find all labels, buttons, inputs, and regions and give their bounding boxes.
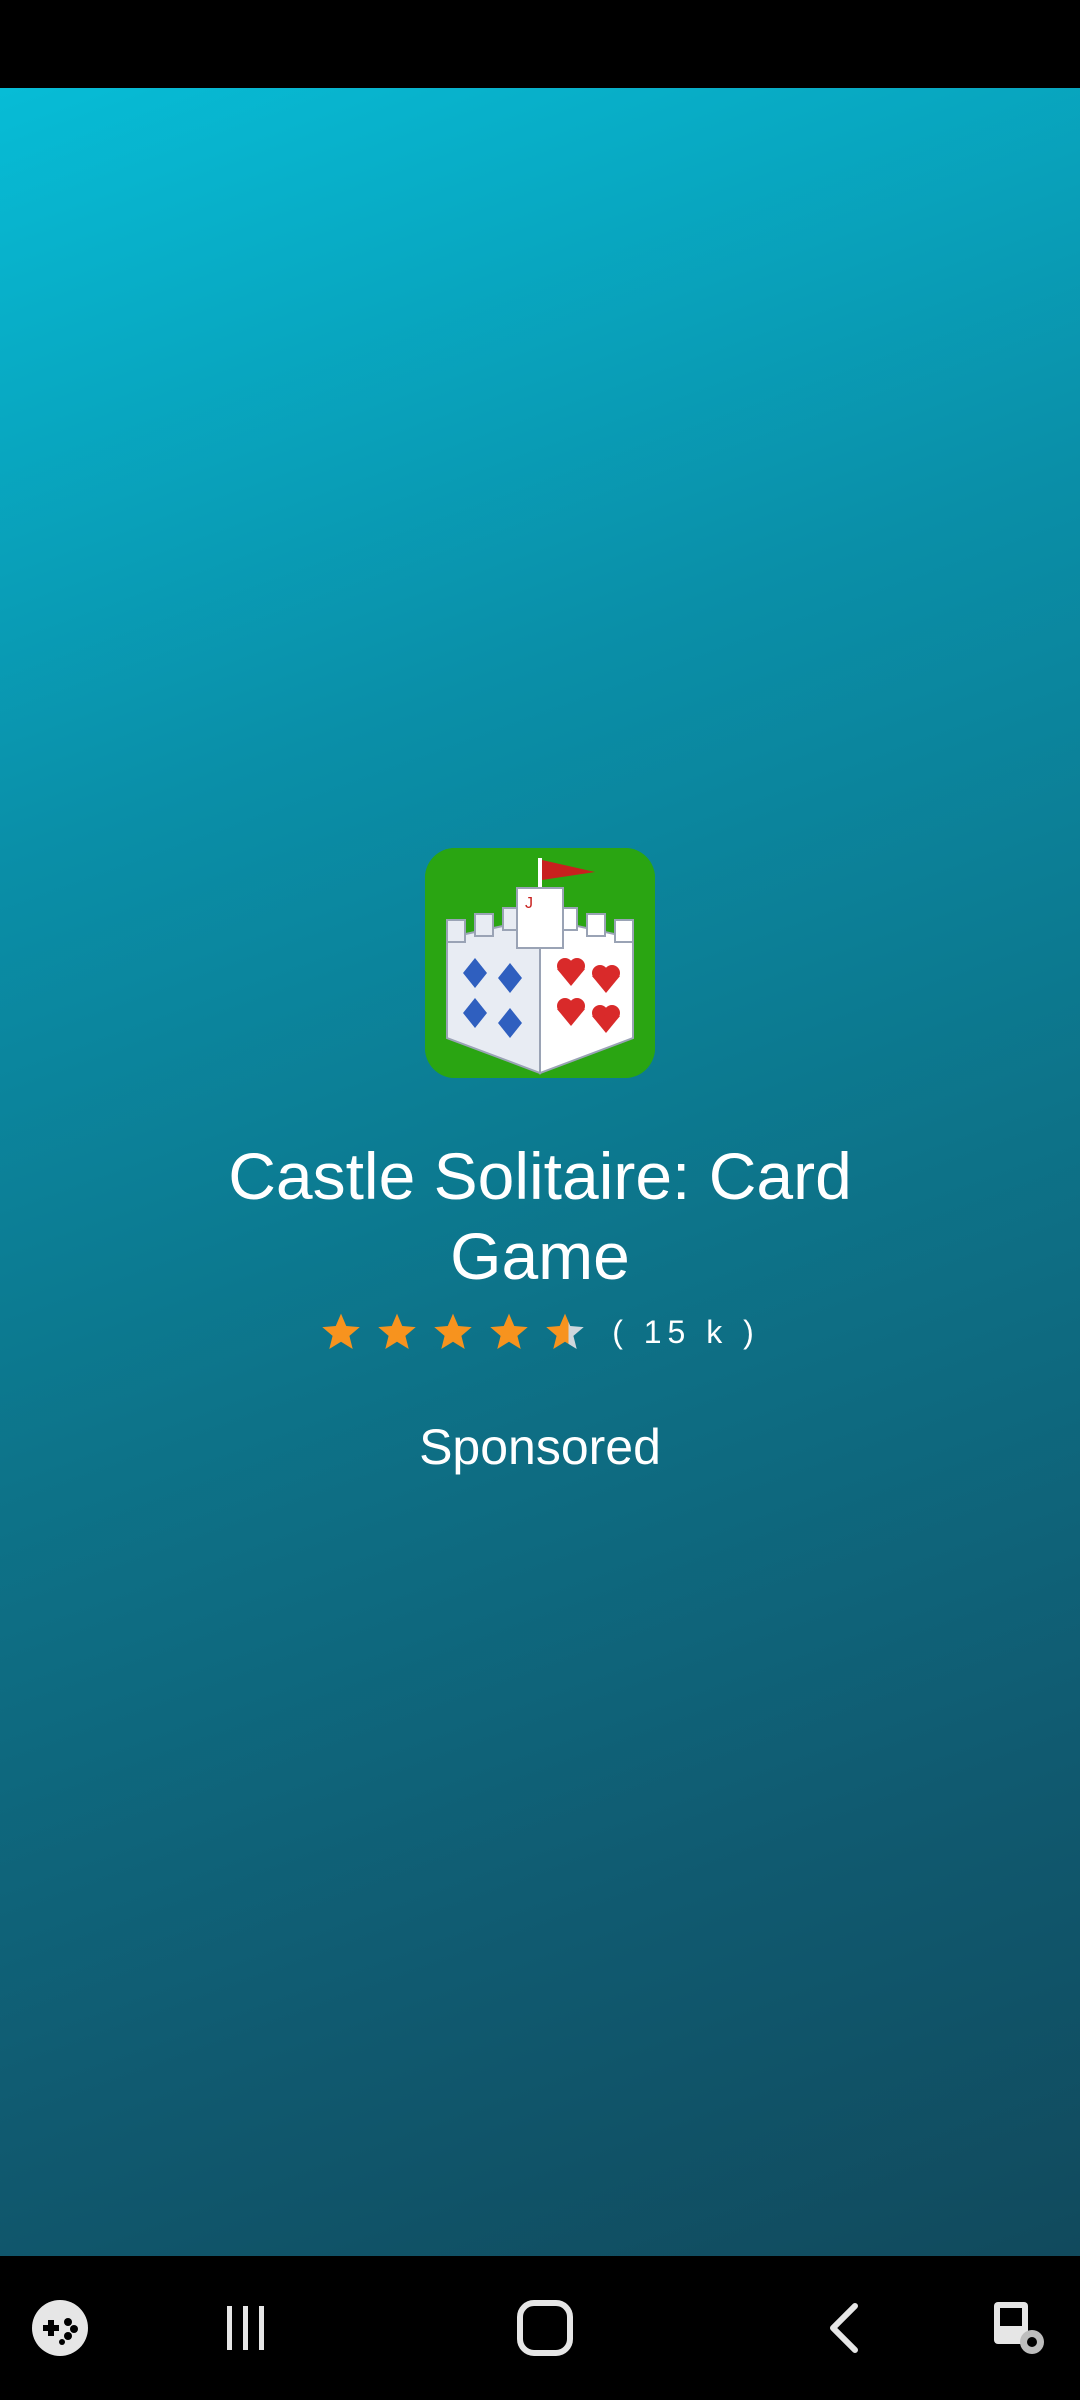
- sponsored-label: Sponsored: [419, 1419, 661, 1475]
- home-button[interactable]: [500, 2256, 590, 2400]
- star-icon: [322, 1313, 360, 1349]
- star-icon: [434, 1313, 472, 1349]
- app-title[interactable]: Castle Solitaire: Card Game: [0, 1136, 1080, 1296]
- game-launcher-button[interactable]: [20, 2256, 100, 2400]
- castle-solitaire-logo-icon: J: [425, 848, 655, 1078]
- app-promo-card[interactable]: J Castle Solitaire: Card Game (15 k) S…: [0, 848, 1080, 1476]
- star-icon: [490, 1313, 528, 1349]
- star-half-icon: [546, 1313, 584, 1349]
- svg-text:J: J: [525, 895, 533, 912]
- back-icon: [830, 2303, 858, 2353]
- status-bar: [0, 0, 1080, 88]
- navigation-bar: [0, 2256, 1080, 2400]
- rating-row: ( 15 k ): [0, 1304, 1080, 1360]
- back-button[interactable]: [800, 2256, 890, 2400]
- star-icon: [378, 1313, 416, 1349]
- screen-capture-button[interactable]: [980, 2256, 1060, 2400]
- recent-apps-icon: [227, 2306, 264, 2350]
- game-launcher-icon: [32, 2300, 88, 2356]
- rating-count: ( 15 k ): [612, 1313, 760, 1350]
- screen-capture-icon: [994, 2302, 1044, 2354]
- app-icon[interactable]: J: [425, 848, 655, 1078]
- recent-apps-button[interactable]: [200, 2256, 290, 2400]
- home-icon: [517, 2300, 573, 2356]
